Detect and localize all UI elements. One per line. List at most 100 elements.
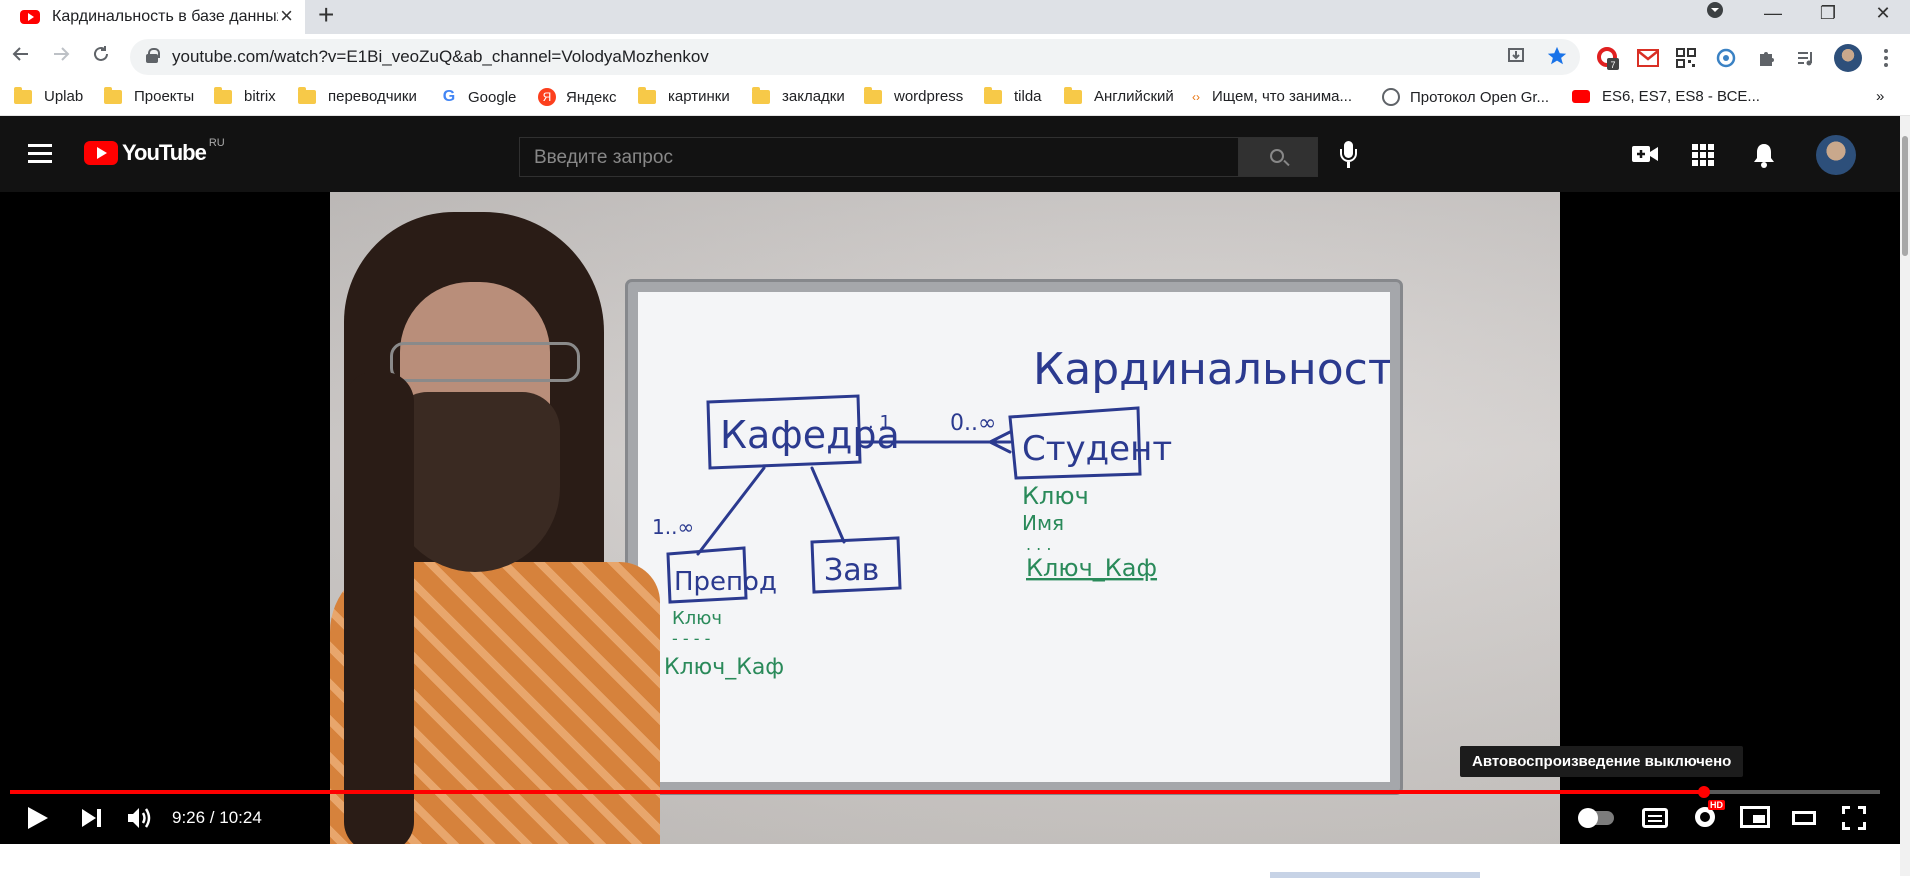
youtube-header: YouTube RU Введите запрос [0,116,1900,192]
board-label-one: . 1 [868,412,891,433]
board-field: Ключ [1022,482,1089,510]
volume-icon [128,808,151,828]
folder-icon [638,86,656,104]
tab-search-icon[interactable] [1690,0,1740,28]
menu-icon[interactable] [28,144,52,163]
microphone-icon[interactable] [1340,141,1357,173]
bookmark-item[interactable]: ES6, ES7, ES8 - ВСЕ... [1572,88,1760,105]
reload-icon[interactable] [90,43,112,71]
bookmark-item[interactable]: wordpress [864,86,963,105]
browser-tab[interactable]: Кардинальность в базе данных × [0,0,305,34]
youtube-logo[interactable]: YouTube RU [84,137,225,166]
bookmark-item[interactable]: G Google [440,88,517,106]
google-icon: G [442,88,456,105]
video-frame[interactable]: Кардинальность Кафедра Студент . 1 0..∞ … [330,192,1560,844]
board-field: Ключ_Каф [664,655,784,680]
bookmark-star-icon[interactable] [1546,45,1568,73]
lock-icon[interactable] [146,48,160,63]
page-scrollbar[interactable] [1900,116,1910,876]
hd-badge: HD [1708,800,1725,810]
volume-button[interactable] [126,806,156,830]
extensions-puzzle-icon[interactable] [1754,46,1778,70]
next-video-button[interactable] [82,806,104,830]
youtube-logo-icon [84,141,118,165]
close-window-button[interactable]: ✕ [1858,0,1908,28]
play-button[interactable] [26,806,48,830]
below-player-button[interactable] [1270,872,1480,878]
folder-icon [1064,86,1082,104]
whiteboard: Кардинальность Кафедра Студент . 1 0..∞ … [628,282,1419,792]
bookmark-item[interactable]: картинки [638,86,730,105]
bookmark-item[interactable]: ‹› Ищем, что занима... [1192,88,1352,105]
site-icon: ‹› [1192,89,1200,104]
board-entity-zav: Зав [824,553,879,588]
autoplay-toggle[interactable] [1578,808,1614,828]
youtube-region: RU [208,137,225,149]
bookmark-item[interactable]: закладки [752,86,845,105]
new-tab-button[interactable]: + [318,0,334,30]
extension-opera-icon[interactable]: 7 [1596,46,1620,70]
board-heading: Кардинальность [1033,344,1390,395]
browser-tabstrip: Кардинальность в базе данных × + — ❐ ✕ [0,0,1910,34]
extension-circle-icon[interactable] [1714,46,1738,70]
globe-icon [1382,88,1400,106]
fullscreen-button[interactable] [1842,806,1866,830]
search-button[interactable] [1238,137,1318,177]
install-app-icon[interactable] [1506,45,1526,71]
folder-icon [214,86,232,104]
board-entity-student: Студент [1022,429,1172,469]
board-field-ellipsis: - - - - [672,629,710,648]
board-label-one-many: 1..∞ [652,515,694,539]
folder-icon [298,86,316,104]
theater-mode-button[interactable] [1792,811,1816,825]
address-bar[interactable]: youtube.com/watch?v=E1Bi_veoZuQ&ab_chann… [130,39,1580,75]
create-video-icon[interactable] [1632,144,1658,169]
yandex-icon: Я [538,88,556,106]
tab-close-icon[interactable]: × [280,5,293,27]
bookmark-item[interactable]: bitrix [214,86,276,105]
bookmark-item[interactable]: переводчики [298,86,417,105]
media-control-icon[interactable] [1794,46,1818,70]
youtube-favicon-icon [20,10,40,24]
folder-icon [752,86,770,104]
bookmark-item[interactable]: tilda [984,86,1042,105]
miniplayer-button[interactable] [1740,806,1770,828]
board-field: Имя [1022,511,1064,535]
apps-grid-icon[interactable] [1692,144,1714,171]
presenter [330,212,660,844]
settings-gear-icon[interactable]: HD [1692,800,1725,830]
scrollbar-thumb[interactable] [1902,136,1908,256]
chrome-menu-icon[interactable] [1874,46,1898,70]
url-text[interactable]: youtube.com/watch?v=E1Bi_veoZuQ&ab_chann… [172,47,709,67]
whiteboard-drawing: Кардинальность Кафедра Студент . 1 0..∞ … [652,344,1419,680]
back-arrow-icon[interactable] [10,43,32,71]
notifications-bell-icon[interactable] [1752,142,1776,173]
time-display: 9:26 / 10:24 [172,808,262,827]
tab-title: Кардинальность в базе данных [52,8,278,25]
qr-code-icon[interactable] [1674,46,1698,70]
youtube-account-avatar[interactable] [1816,135,1856,175]
bookmark-item[interactable]: Проекты [104,86,194,105]
bookmark-item[interactable]: Английский [1064,86,1174,105]
gmail-icon[interactable] [1636,46,1660,70]
search-icon [1270,149,1284,163]
board-field-ellipsis: . . . [1026,535,1051,554]
bookmark-item[interactable]: Uplab [14,86,83,105]
profile-avatar[interactable] [1834,44,1862,72]
minimize-button[interactable]: — [1748,0,1798,28]
bookmark-item[interactable]: Протокол Open Gr... [1382,88,1549,106]
folder-icon [14,86,32,104]
subtitles-button[interactable] [1642,808,1668,828]
board-entity-prepod: Препод [674,567,777,597]
progress-played [10,790,1705,794]
folder-icon [864,86,882,104]
restore-button[interactable]: ❐ [1803,0,1853,28]
more-bookmarks-button[interactable]: » [1876,88,1884,105]
progress-bar[interactable] [10,786,1880,798]
forward-arrow-icon[interactable] [50,43,72,71]
board-field: Ключ [672,608,722,629]
folder-icon [984,86,1002,104]
search-input[interactable]: Введите запрос [519,137,1239,177]
search-placeholder: Введите запрос [534,147,673,168]
bookmark-item[interactable]: Я Яндекс [538,88,616,106]
